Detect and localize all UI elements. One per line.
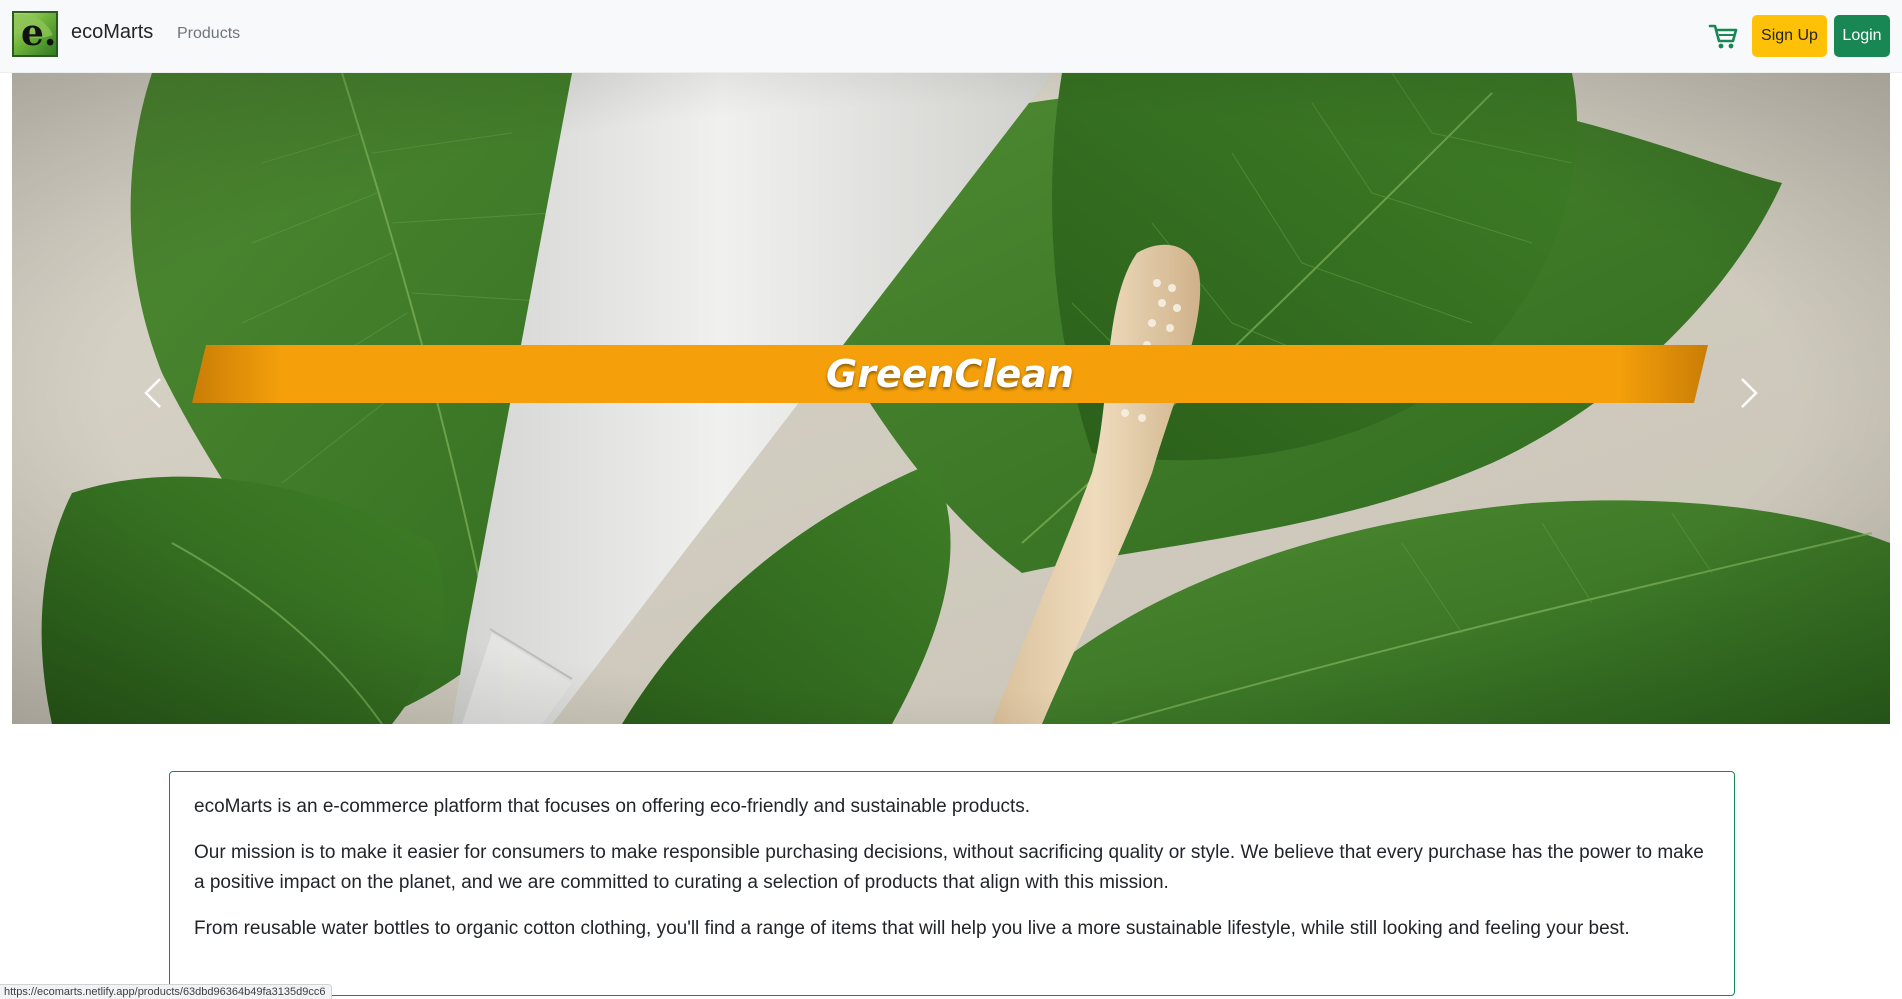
sign-up-button[interactable]: Sign Up bbox=[1752, 15, 1827, 57]
about-mission-text: Our mission is to make it easier for con… bbox=[194, 842, 1704, 893]
brand-name-link[interactable]: ecoMarts bbox=[71, 18, 153, 46]
brand-logo-letter: e. bbox=[21, 12, 57, 54]
brand-logo[interactable]: e. bbox=[12, 11, 58, 57]
about-card: ecoMarts is an e-commerce platform that … bbox=[169, 771, 1735, 996]
hero-carousel: GreenClean bbox=[12, 73, 1890, 724]
nav-link-products[interactable]: Products bbox=[177, 23, 240, 45]
carousel-next-button[interactable] bbox=[1732, 373, 1762, 413]
chevron-right-icon bbox=[1741, 378, 1758, 408]
shopping-cart-icon[interactable] bbox=[1708, 22, 1738, 50]
login-button[interactable]: Login bbox=[1834, 15, 1890, 57]
about-intro-text: ecoMarts is an e-commerce platform that … bbox=[194, 796, 1031, 817]
about-products-text: From reusable water bottles to organic c… bbox=[194, 918, 1630, 939]
status-bar-url: https://ecomarts.netlify.app/products/63… bbox=[0, 984, 333, 999]
chevron-left-icon bbox=[144, 378, 161, 408]
hero-title: GreenClean bbox=[826, 352, 1074, 396]
carousel-prev-button[interactable] bbox=[140, 373, 170, 413]
navbar: e. ecoMarts Products Sign Up Login bbox=[0, 0, 1902, 73]
